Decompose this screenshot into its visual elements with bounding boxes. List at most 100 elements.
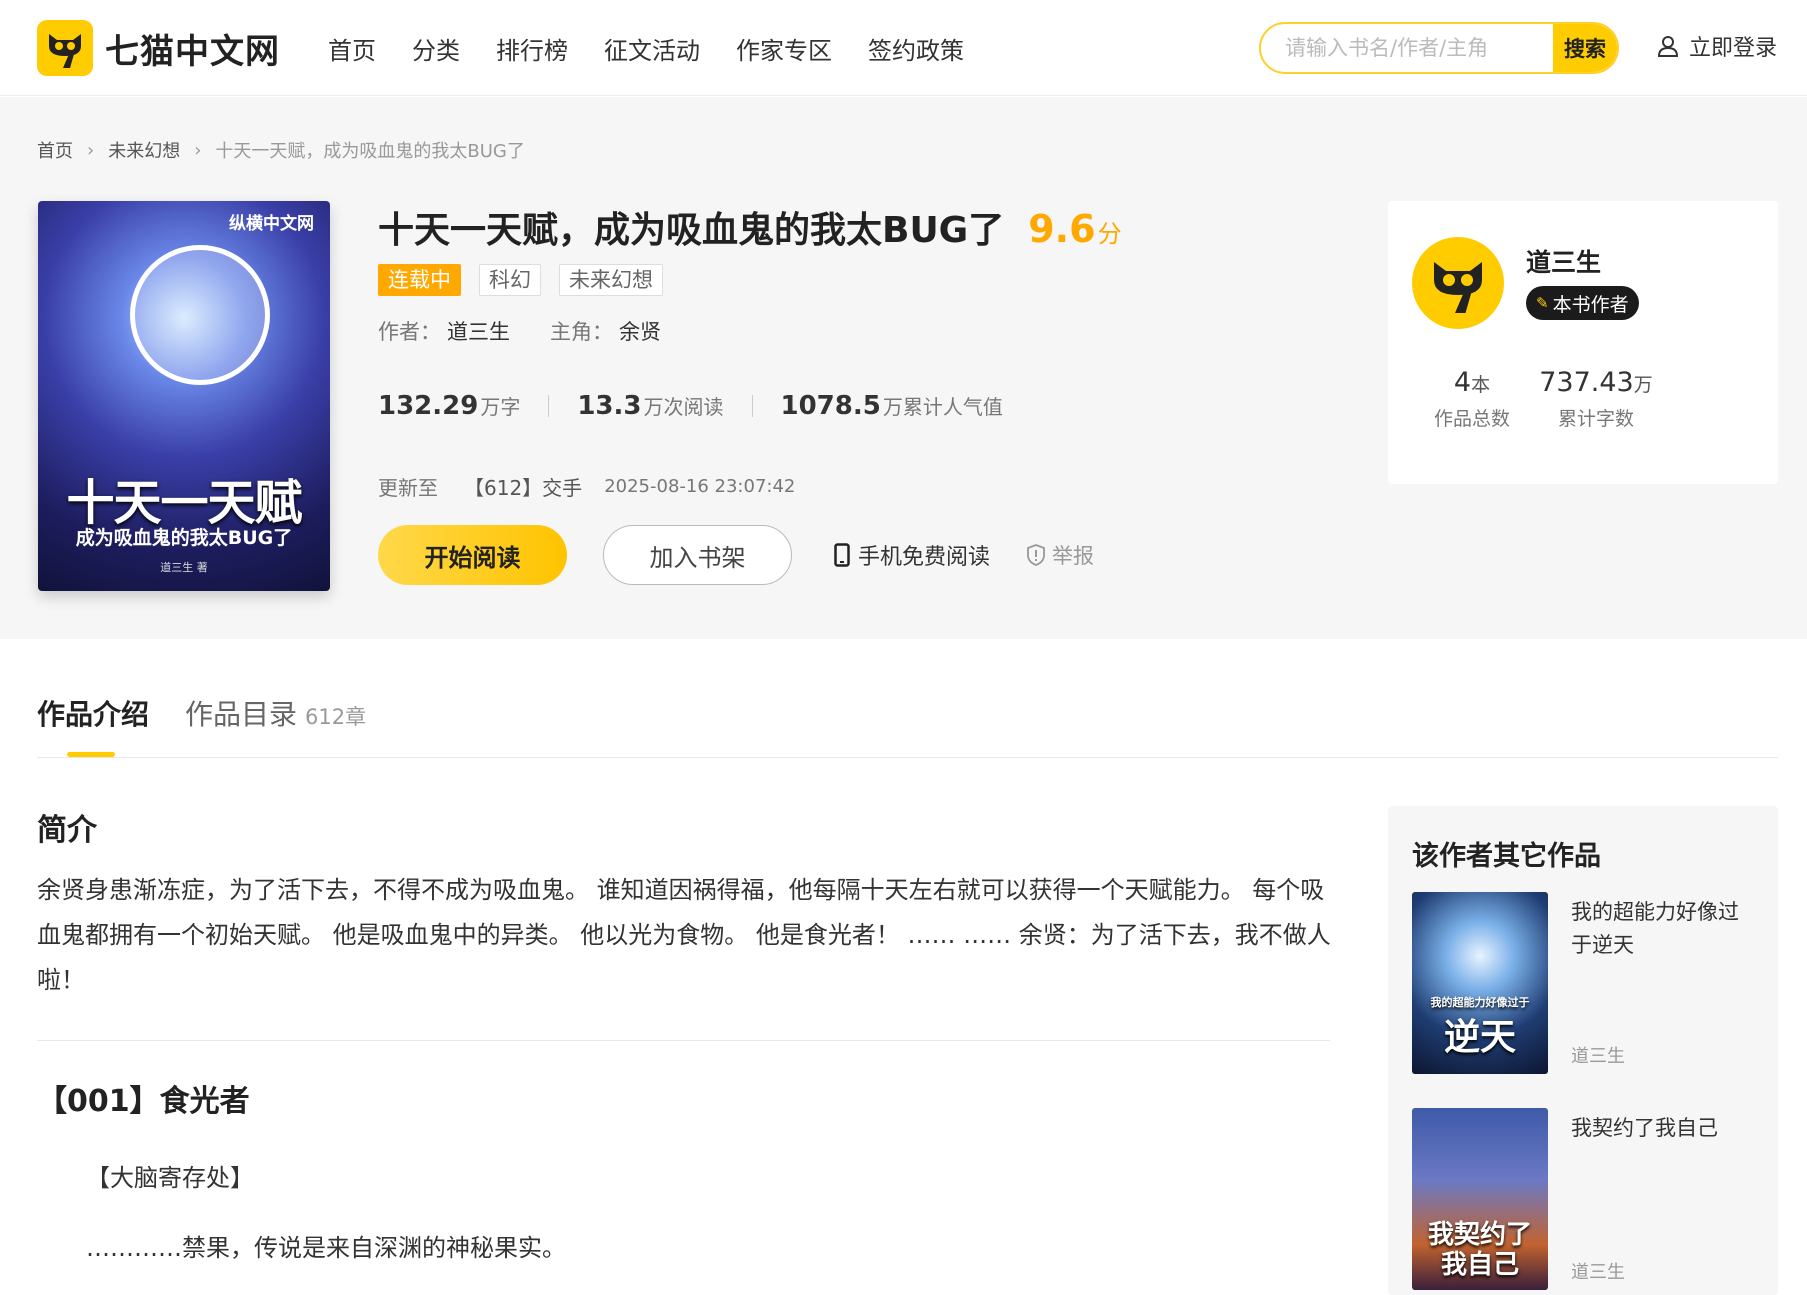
report-link[interactable]: 举报 (1026, 540, 1094, 570)
status-badge: 连载中 (378, 264, 461, 296)
stat-unit: 万累计人气值 (882, 395, 1003, 419)
site-name: 七猫中文网 (105, 31, 280, 72)
nav-author-zone[interactable]: 作家专区 (736, 31, 832, 66)
book-score: 9.6 (1028, 207, 1096, 251)
author-badge: ✎ 本书作者 (1526, 286, 1639, 320)
top-header: 七猫中文网 首页 分类 排行榜 征文活动 作家专区 签约政策 搜索 立即登录 (0, 0, 1807, 96)
author-badge-label: 本书作者 (1552, 293, 1629, 316)
work-title[interactable]: 我契约了我自己 (1571, 1112, 1751, 1145)
words-label: 累计字数 (1557, 408, 1634, 430)
list-item[interactable]: 我的超能力好像过于 逆天 我的超能力好像过于逆天 道三生 (1412, 892, 1762, 1074)
tag-subgenre[interactable]: 未来幻想 (559, 264, 663, 296)
cat-logo-icon (1434, 262, 1482, 313)
tab-catalog-label: 作品目录 (185, 698, 298, 731)
book-cover[interactable]: 纵横中文网 十天一天赋 成为吸血鬼的我太BUG了 道三生 著 (38, 201, 330, 591)
author-card: 道三生 ✎ 本书作者 4本 作品总数 737.43万 累计字数 (1388, 201, 1778, 484)
cat-logo-icon (37, 20, 93, 76)
update-time: 2025-08-16 23:07:42 (604, 476, 796, 497)
work-cover[interactable]: 我契约了我自己 (1412, 1108, 1548, 1290)
words-count: 737.43 (1539, 367, 1634, 398)
book-hero: 首页 › 未来幻想 › 十天一天赋，成为吸血鬼的我太BUG了 纵横中文网 十天一… (0, 97, 1807, 639)
author-avatar[interactable] (1412, 237, 1504, 329)
author-link[interactable]: 道三生 (447, 316, 510, 346)
chapter-paragraph: 【大脑寄存处】 (86, 1164, 254, 1192)
divider (37, 1040, 1330, 1041)
chapter-title: 【001】食光者 (37, 1084, 250, 1119)
update-label: 更新至 (378, 476, 438, 500)
book-meta: 作者： 道三生 主角： 余贤 (378, 316, 661, 346)
stat-value: 13.3 (577, 391, 642, 421)
author-words-stat: 737.43万 累计字数 (1526, 367, 1666, 431)
stat-unit: 万字 (480, 395, 521, 419)
book-title: 十天一天赋，成为吸血鬼的我太BUG了 (378, 210, 1005, 251)
pen-icon: ✎ (1536, 294, 1549, 312)
author-label: 作者： (378, 320, 441, 344)
intro-heading: 简介 (37, 813, 97, 848)
book-actions: 开始阅读 加入书架 手机免费阅读 举报 (378, 525, 1094, 585)
protagonist-name: 余贤 (619, 320, 661, 344)
nav-home[interactable]: 首页 (328, 31, 376, 66)
nav-ranking[interactable]: 排行榜 (496, 31, 568, 66)
chevron-right-icon: › (194, 139, 202, 161)
chevron-right-icon: › (87, 139, 95, 161)
author-other-works: 该作者其它作品 我的超能力好像过于 逆天 我的超能力好像过于逆天 道三生 我契约… (1388, 806, 1778, 1295)
works-label: 作品总数 (1433, 408, 1510, 430)
author-name[interactable]: 道三生 (1526, 243, 1601, 279)
breadcrumb-category[interactable]: 未来幻想 (108, 137, 180, 163)
breadcrumb-current: 十天一天赋，成为吸血鬼的我太BUG了 (215, 141, 525, 162)
search-button[interactable]: 搜索 (1553, 24, 1617, 72)
work-cover-title: 逆天 (1443, 1017, 1516, 1058)
cover-author: 道三生 著 (160, 561, 208, 574)
sidebar-title: 该作者其它作品 (1412, 841, 1601, 872)
main-nav: 首页 分类 排行榜 征文活动 作家专区 签约政策 (328, 0, 1000, 96)
work-title[interactable]: 我的超能力好像过于逆天 (1571, 896, 1751, 962)
tag-genre[interactable]: 科幻 (479, 264, 541, 296)
latest-chapter-link[interactable]: 【612】交手 (464, 472, 582, 501)
clock-illustration (130, 245, 270, 385)
site-logo[interactable]: 七猫中文网 (37, 20, 280, 76)
report-label: 举报 (1052, 544, 1095, 568)
work-cover-title: 我契约了我自己 (1427, 1220, 1532, 1280)
active-tab-indicator (67, 752, 115, 757)
author-works-stat: 4本 作品总数 (1422, 367, 1522, 431)
stat-popularity: 1078.5 万累计人气值 (781, 391, 1003, 421)
add-to-shelf-button[interactable]: 加入书架 (603, 525, 792, 585)
mobile-read-link[interactable]: 手机免费阅读 (834, 539, 990, 571)
tab-intro-label: 作品介绍 (37, 698, 150, 731)
book-stats: 132.29 万字 13.3 万次阅读 1078.5 万累计人气值 (378, 391, 1003, 421)
login-link[interactable]: 立即登录 (1657, 30, 1777, 62)
book-tags: 连载中 科幻 未来幻想 (378, 264, 681, 296)
breadcrumb-home[interactable]: 首页 (37, 137, 73, 163)
search-box: 搜索 (1259, 22, 1619, 74)
login-label: 立即登录 (1689, 36, 1778, 61)
work-author: 道三生 (1571, 1262, 1625, 1283)
words-unit: 万 (1633, 374, 1653, 396)
mobile-read-label: 手机免费阅读 (858, 545, 991, 570)
works-unit: 本 (1471, 374, 1491, 396)
tab-intro[interactable]: 作品介绍 (37, 693, 149, 758)
stat-unit: 万次阅读 (643, 395, 724, 419)
list-item[interactable]: 我契约了我自己 我契约了我自己 道三生 (1412, 1108, 1762, 1290)
cover-subtitle: 成为吸血鬼的我太BUG了 (75, 527, 293, 549)
latest-update: 更新至 【612】交手 2025-08-16 23:07:42 (378, 472, 795, 501)
nav-category[interactable]: 分类 (412, 31, 460, 66)
phone-icon (834, 543, 850, 567)
work-cover[interactable]: 我的超能力好像过于 逆天 (1412, 892, 1548, 1074)
work-author: 道三生 (1571, 1046, 1625, 1067)
nav-sign-policy[interactable]: 签约政策 (868, 31, 964, 66)
protagonist-label: 主角： (550, 320, 613, 344)
stat-value: 1078.5 (780, 391, 881, 421)
nav-contest[interactable]: 征文活动 (604, 31, 700, 66)
works-count: 4 (1453, 367, 1472, 398)
stat-value: 132.29 (378, 391, 479, 421)
cover-publisher: 纵横中文网 (229, 214, 314, 234)
breadcrumb: 首页 › 未来幻想 › 十天一天赋，成为吸血鬼的我太BUG了 (37, 137, 525, 163)
stat-word-count: 132.29 万字 (378, 391, 520, 421)
tab-catalog[interactable]: 作品目录 612章 (185, 693, 366, 758)
user-icon (1657, 36, 1679, 57)
content-tabs: 作品介绍 作品目录 612章 (37, 693, 1778, 758)
stat-reads: 13.3 万次阅读 (577, 391, 723, 421)
start-reading-button[interactable]: 开始阅读 (378, 525, 567, 585)
title-row: 十天一天赋，成为吸血鬼的我太BUG了 9.6 分 (378, 201, 1122, 253)
search-input[interactable] (1261, 24, 1553, 72)
